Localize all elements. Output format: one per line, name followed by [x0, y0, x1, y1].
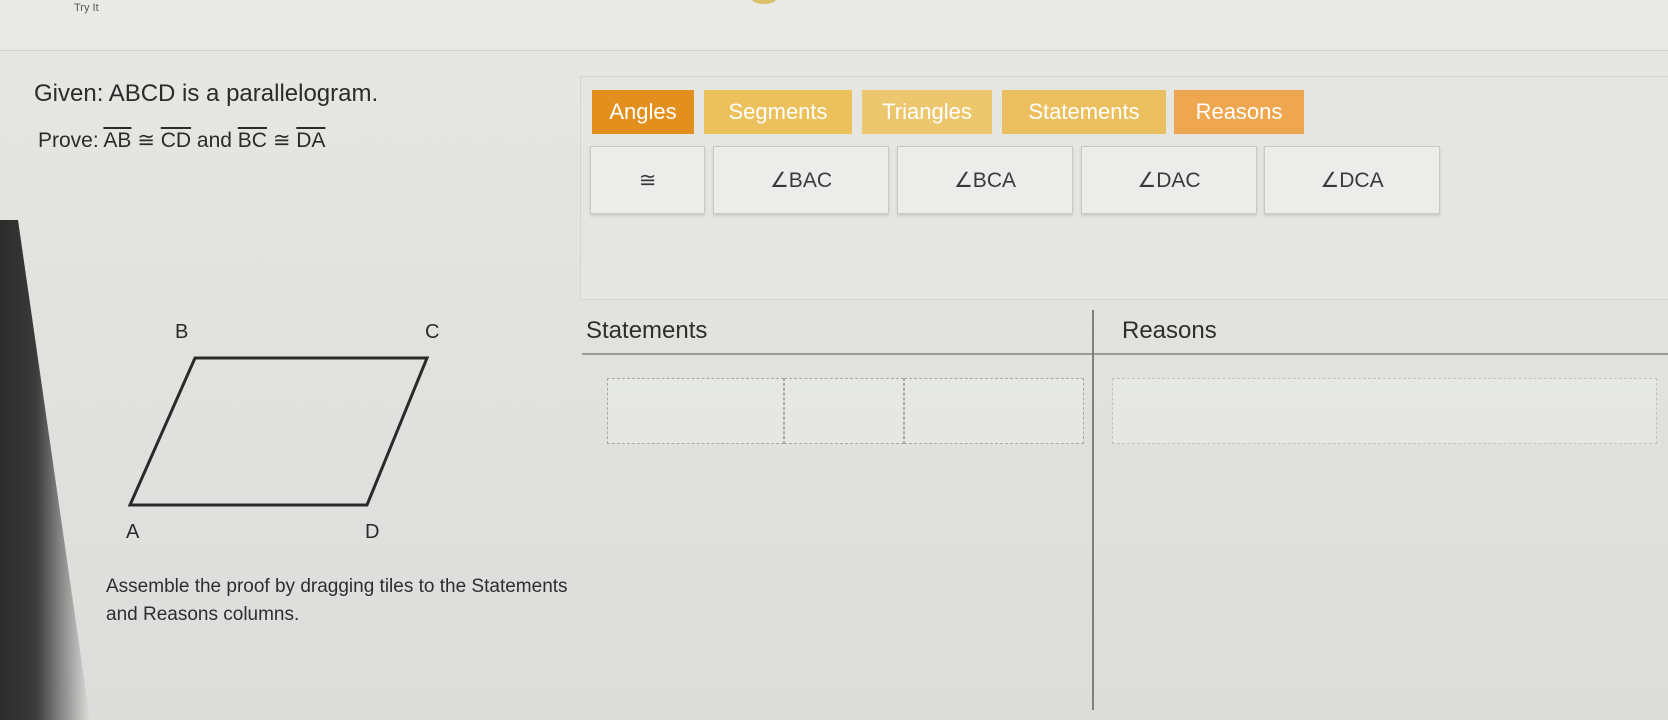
congruent-symbol: ≅ — [137, 129, 155, 152]
reasons-header: Reasons — [1122, 317, 1217, 344]
given-statement: Given: ABCD is a parallelogram. — [34, 80, 379, 107]
statement-drop-slot[interactable] — [904, 378, 1084, 444]
screen-bezel-shadow — [0, 220, 90, 720]
vertex-label-c: C — [425, 321, 439, 343]
tab-segments[interactable]: Segments — [704, 90, 852, 134]
prove-statement: Prove: AB ≅ CD and BC ≅ DA — [38, 128, 325, 153]
tab-reasons[interactable]: Reasons — [1174, 90, 1304, 134]
column-divider — [1092, 310, 1094, 710]
prove-prefix: Prove: — [38, 129, 99, 152]
tile-congruent[interactable]: ≅ — [590, 146, 705, 214]
tile-angle-bca[interactable]: ∠BCA — [897, 146, 1073, 214]
congruent-symbol: ≅ — [272, 129, 291, 152]
tab-statements[interactable]: Statements — [1002, 90, 1166, 134]
tab-triangles[interactable]: Triangles — [862, 90, 992, 134]
segment-bc: BC — [237, 129, 267, 152]
and-word: and — [196, 129, 232, 152]
statement-drop-slot[interactable] — [784, 378, 904, 444]
tile-angle-dac[interactable]: ∠DAC — [1081, 146, 1257, 214]
title-bar: Try It — [0, 0, 1668, 51]
header-divider — [582, 353, 1668, 355]
statements-header: Statements — [586, 317, 708, 344]
parallelogram-shape — [127, 356, 430, 507]
tile-angle-dca[interactable]: ∠DCA — [1264, 146, 1440, 214]
status-dot-icon — [752, 0, 776, 4]
window-title: Try It — [74, 2, 99, 14]
segment-ab: AB — [103, 129, 132, 152]
vertex-label-a: A — [126, 521, 140, 543]
parallelogram-figure: B C A D — [126, 321, 439, 543]
tab-angles[interactable]: Angles — [592, 90, 694, 134]
tile-angle-bac[interactable]: ∠BAC — [713, 146, 889, 214]
vertex-label-d: D — [365, 521, 379, 543]
reason-drop-slot[interactable] — [1112, 378, 1657, 444]
segment-cd: CD — [160, 129, 192, 152]
statement-drop-slot[interactable] — [607, 378, 784, 444]
vertex-label-b: B — [175, 321, 188, 343]
segment-da: DA — [296, 129, 326, 152]
instructions-text: Assemble the proof by dragging tiles to … — [106, 576, 568, 625]
